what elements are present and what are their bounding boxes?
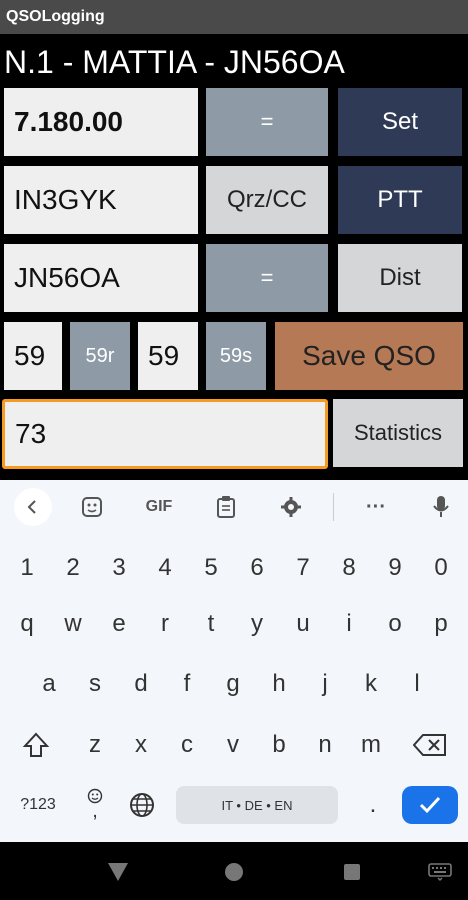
app-title-bar: QSOLogging [0, 0, 468, 34]
statistics-button[interactable]: Statistics [333, 399, 463, 467]
backspace-icon[interactable] [408, 725, 452, 765]
key-u[interactable]: u [280, 604, 326, 644]
key-n[interactable]: n [302, 725, 348, 765]
emoji-comma-key[interactable]: , [80, 782, 110, 824]
key-e[interactable]: e [96, 604, 142, 644]
key-h[interactable]: h [256, 664, 302, 704]
key-5[interactable]: 5 [188, 548, 234, 588]
frequency-field[interactable]: 7.180.00 [4, 88, 198, 156]
key-c[interactable]: c [164, 725, 210, 765]
key-d[interactable]: d [118, 664, 164, 704]
gif-button[interactable]: GIF [138, 490, 180, 524]
enter-key[interactable] [402, 786, 458, 824]
key-s[interactable]: s [72, 664, 118, 704]
key-f[interactable]: f [164, 664, 210, 704]
key-0[interactable]: 0 [418, 548, 464, 588]
shift-icon[interactable] [16, 725, 56, 765]
key-4[interactable]: 4 [142, 548, 188, 588]
rst-sent-field[interactable]: 59 [4, 322, 62, 390]
back-chevron-icon[interactable] [14, 488, 52, 526]
station-header: N.1 - MATTIA - JN56OA [4, 44, 345, 80]
save-qso-button[interactable]: Save QSO [275, 322, 463, 390]
key-k[interactable]: k [348, 664, 394, 704]
keyboard-switch-icon[interactable] [426, 860, 454, 884]
callsign-field[interactable]: IN3GYK [4, 166, 198, 234]
recents-square-icon[interactable] [340, 860, 364, 884]
globe-icon[interactable] [124, 786, 160, 824]
key-y[interactable]: y [234, 604, 280, 644]
key-v[interactable]: v [210, 725, 256, 765]
toolbar-divider [333, 493, 334, 521]
rst-59r-button[interactable]: 59r [70, 322, 130, 390]
key-2[interactable]: 2 [50, 548, 96, 588]
key-m[interactable]: m [348, 725, 394, 765]
key-w[interactable]: w [50, 604, 96, 644]
key-q[interactable]: q [4, 604, 50, 644]
key-o[interactable]: o [372, 604, 418, 644]
key-z[interactable]: z [72, 725, 118, 765]
set-button[interactable]: Set [338, 88, 462, 156]
rst-received-field[interactable]: 59 [138, 322, 198, 390]
period-key[interactable]: . [358, 786, 388, 824]
key-g[interactable]: g [210, 664, 256, 704]
app-title: QSOLogging [6, 8, 105, 25]
clipboard-icon[interactable] [208, 490, 244, 524]
key-t[interactable]: t [188, 604, 234, 644]
key-3[interactable]: 3 [96, 548, 142, 588]
microphone-icon[interactable] [424, 490, 458, 524]
key-7[interactable]: 7 [280, 548, 326, 588]
key-x[interactable]: x [118, 725, 164, 765]
gear-icon[interactable] [272, 490, 310, 524]
home-circle-icon[interactable] [222, 860, 246, 884]
key-9[interactable]: 9 [372, 548, 418, 588]
navigation-bar [0, 842, 468, 900]
space-bar[interactable]: IT • DE • EN [176, 786, 338, 824]
key-6[interactable]: 6 [234, 548, 280, 588]
rst-59s-button[interactable]: 59s [206, 322, 266, 390]
key-i[interactable]: i [326, 604, 372, 644]
comma-label: , [92, 800, 98, 822]
qrz-lookup-button[interactable]: Qrz/CC [206, 166, 328, 234]
key-p[interactable]: p [418, 604, 464, 644]
checkmark-icon [419, 796, 441, 814]
back-triangle-icon[interactable] [104, 860, 132, 884]
sticker-icon[interactable] [74, 490, 110, 524]
key-1[interactable]: 1 [4, 548, 50, 588]
locator-field[interactable]: JN56OA [4, 244, 198, 312]
dist-button[interactable]: Dist [338, 244, 462, 312]
frequency-equals-button[interactable]: = [206, 88, 328, 156]
key-r[interactable]: r [142, 604, 188, 644]
symbols-key[interactable]: ?123 [12, 786, 64, 824]
more-icon[interactable]: ··· [356, 490, 396, 524]
key-a[interactable]: a [26, 664, 72, 704]
soft-keyboard: GIF ··· 1234567890 qwertyuiop asdfghjkl … [0, 480, 468, 842]
ptt-button[interactable]: PTT [338, 166, 462, 234]
key-8[interactable]: 8 [326, 548, 372, 588]
key-b[interactable]: b [256, 725, 302, 765]
locator-equals-button[interactable]: = [206, 244, 328, 312]
key-l[interactable]: l [394, 664, 440, 704]
key-j[interactable]: j [302, 664, 348, 704]
note-input[interactable]: 73 [2, 399, 328, 469]
keyboard-toolbar: GIF ··· [0, 480, 468, 534]
